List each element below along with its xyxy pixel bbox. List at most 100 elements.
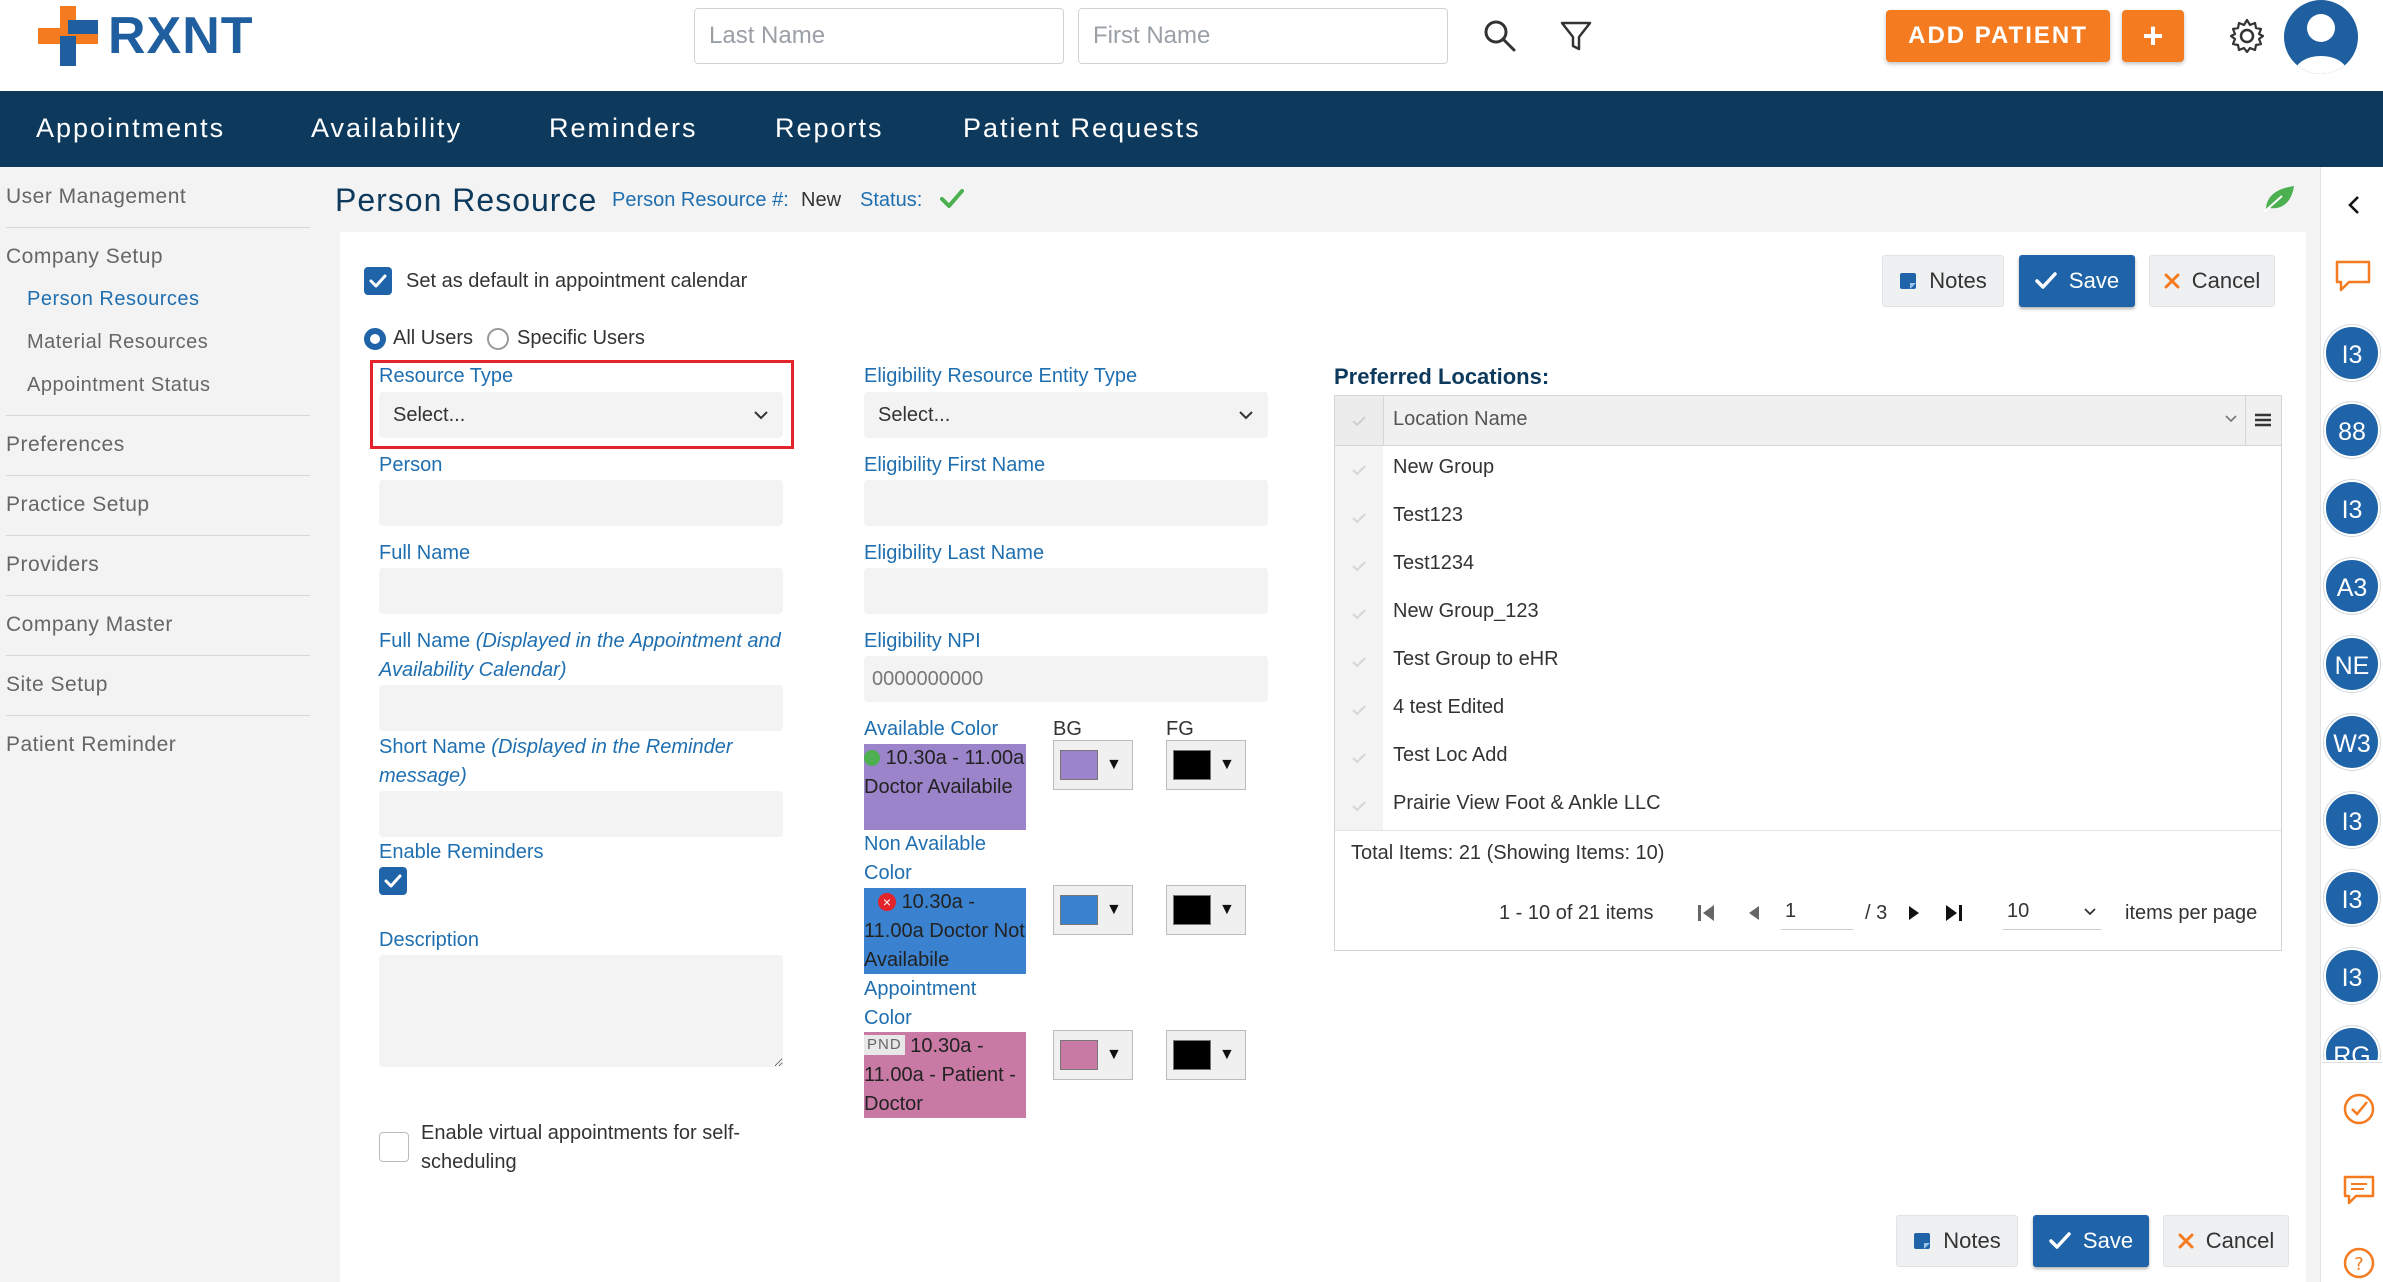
collapse-chevron-icon[interactable] — [2346, 194, 2362, 216]
rail-badge-3[interactable]: I3 — [2324, 480, 2380, 536]
table-row[interactable]: Test123 — [1335, 494, 2281, 542]
sidebar-item-providers[interactable]: Providers — [6, 553, 99, 577]
first-page-icon[interactable] — [1695, 902, 1717, 924]
table-row[interactable]: Test Group to eHR — [1335, 638, 2281, 686]
task-check-icon[interactable] — [2342, 1092, 2376, 1126]
table-row[interactable]: 4 test Edited — [1335, 686, 2281, 734]
full-name-display-input[interactable] — [379, 685, 783, 731]
chevron-down-icon[interactable] — [2224, 414, 2238, 424]
eligibility-last-name-input[interactable] — [864, 568, 1268, 614]
enable-reminders-checkbox[interactable] — [379, 867, 407, 895]
available-fg-picker[interactable]: ▼ — [1166, 740, 1246, 790]
default-calendar-checkbox[interactable] — [364, 267, 392, 295]
nav-reminders[interactable]: Reminders — [549, 113, 698, 144]
sidebar-item-user-management[interactable]: User Management — [6, 185, 186, 209]
notes-button[interactable]: Notes — [1882, 255, 2004, 307]
sidebar-item-person-resources[interactable]: Person Resources — [27, 288, 200, 311]
non-available-bg-picker[interactable]: ▼ — [1053, 885, 1133, 935]
rail-badge-5[interactable]: NE — [2324, 636, 2380, 692]
check-icon — [369, 274, 387, 288]
filter-icon[interactable] — [1558, 18, 1594, 54]
rail-badge-1[interactable]: I3 — [2324, 325, 2380, 381]
appointment-color-label: Appointment Color — [864, 978, 977, 1029]
select-all-checkbox[interactable] — [1335, 396, 1383, 445]
nav-availability[interactable]: Availability — [311, 113, 462, 144]
location-name-header[interactable]: Location Name — [1393, 408, 1528, 431]
available-bg-picker[interactable]: ▼ — [1053, 740, 1133, 790]
sidebar-item-site-setup[interactable]: Site Setup — [6, 673, 108, 697]
rail-badge-4[interactable]: A3 — [2324, 558, 2380, 614]
sidebar-item-company-setup[interactable]: Company Setup — [6, 245, 163, 269]
save-button[interactable]: Save — [2019, 255, 2135, 307]
rail-badge-10[interactable]: RG — [2324, 1026, 2380, 1060]
row-checkbox[interactable] — [1335, 542, 1383, 590]
last-page-icon[interactable] — [1943, 902, 1965, 924]
sidebar-item-appointment-status[interactable]: Appointment Status — [27, 374, 211, 397]
save-button-bottom[interactable]: Save — [2033, 1215, 2149, 1267]
notes-button-bottom[interactable]: Notes — [1896, 1215, 2018, 1267]
search-icon[interactable] — [1482, 18, 1518, 54]
add-patient-button[interactable]: ADD PATIENT — [1886, 10, 2110, 62]
message-icon[interactable] — [2342, 1174, 2376, 1206]
rxnt-logo[interactable]: RXNT — [38, 6, 254, 66]
nav-appointments[interactable]: Appointments — [36, 113, 225, 144]
first-name-input[interactable] — [1078, 8, 1448, 64]
eligibility-first-name-label: Eligibility First Name — [864, 454, 1046, 476]
page-number-input[interactable] — [1781, 894, 1853, 930]
table-row[interactable]: Test1234 — [1335, 542, 2281, 590]
table-row[interactable]: New Group — [1335, 446, 2281, 494]
gear-icon[interactable] — [2228, 17, 2266, 55]
user-avatar[interactable] — [2284, 0, 2358, 74]
sidebar-item-practice-setup[interactable]: Practice Setup — [6, 493, 150, 517]
row-checkbox[interactable] — [1335, 782, 1383, 830]
non-available-fg-picker[interactable]: ▼ — [1166, 885, 1246, 935]
virtual-appointments-checkbox[interactable] — [379, 1132, 409, 1162]
nav-patient-requests[interactable]: Patient Requests — [963, 113, 1201, 144]
last-name-input[interactable] — [694, 8, 1064, 64]
chat-icon[interactable] — [2333, 258, 2373, 294]
cancel-label: Cancel — [2191, 268, 2261, 293]
row-checkbox[interactable] — [1335, 446, 1383, 494]
row-checkbox[interactable] — [1335, 590, 1383, 638]
specific-users-radio[interactable] — [487, 328, 509, 350]
quick-add-button[interactable]: + — [2122, 10, 2184, 62]
table-row[interactable]: Test Loc Add — [1335, 734, 2281, 782]
person-input[interactable] — [379, 480, 783, 526]
help-icon[interactable]: ? — [2342, 1246, 2376, 1280]
column-menu-icon[interactable] — [2253, 410, 2273, 430]
row-checkbox[interactable] — [1335, 638, 1383, 686]
cancel-button[interactable]: Cancel — [2149, 255, 2275, 307]
description-textarea[interactable] — [379, 955, 783, 1067]
page-total-text: / 3 — [1865, 902, 1888, 924]
sidebar-item-patient-reminder[interactable]: Patient Reminder — [6, 733, 176, 757]
row-checkbox[interactable] — [1335, 686, 1383, 734]
full-name-input[interactable] — [379, 568, 783, 614]
rail-badge-2[interactable]: 88 — [2324, 402, 2380, 458]
next-page-icon[interactable] — [1905, 904, 1923, 922]
sidebar-item-material-resources[interactable]: Material Resources — [27, 331, 208, 354]
page-size-select[interactable]: 10 — [2003, 894, 2101, 930]
all-users-radio[interactable] — [364, 328, 386, 350]
previous-page-icon[interactable] — [1745, 904, 1763, 922]
rail-badge-9[interactable]: I3 — [2324, 948, 2380, 1004]
cancel-button-bottom[interactable]: Cancel — [2163, 1215, 2289, 1267]
user-icon — [2294, 14, 2348, 74]
rail-badge-6[interactable]: W3 — [2324, 714, 2380, 770]
short-name-input[interactable] — [379, 791, 783, 837]
eligibility-first-name-input[interactable] — [864, 480, 1268, 526]
sidebar-item-preferences[interactable]: Preferences — [6, 433, 125, 457]
rail-badge-8[interactable]: I3 — [2324, 870, 2380, 926]
rail-badge-7[interactable]: I3 — [2324, 792, 2380, 848]
sidebar-item-company-master[interactable]: Company Master — [6, 613, 173, 637]
nav-reports[interactable]: Reports — [775, 113, 884, 144]
appointment-fg-picker[interactable]: ▼ — [1166, 1030, 1246, 1080]
appointment-bg-picker[interactable]: ▼ — [1053, 1030, 1133, 1080]
resource-type-select[interactable]: Select... — [379, 392, 783, 438]
table-row[interactable]: Prairie View Foot & Ankle LLC — [1335, 782, 2281, 830]
eligibility-npi-input[interactable] — [864, 656, 1268, 702]
table-row[interactable]: New Group_123 — [1335, 590, 2281, 638]
row-checkbox[interactable] — [1335, 494, 1383, 542]
eligibility-entity-select[interactable]: Select... — [864, 392, 1268, 438]
grid-header: Location Name — [1335, 396, 2281, 446]
row-checkbox[interactable] — [1335, 734, 1383, 782]
